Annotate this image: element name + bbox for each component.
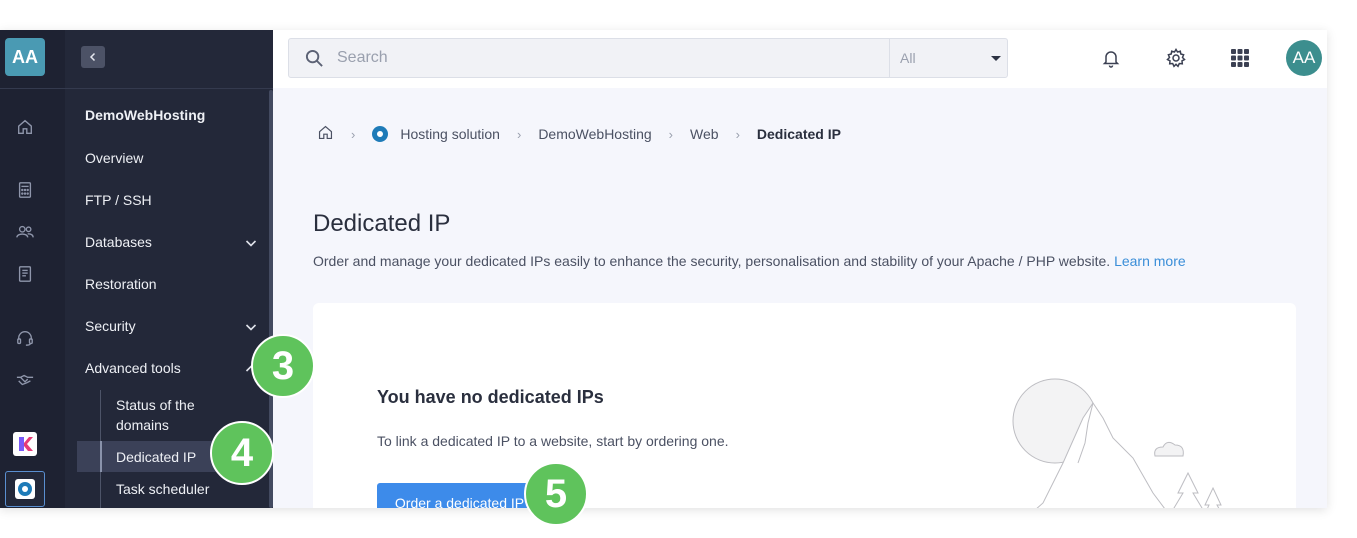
sidebar-title[interactable]: DemoWebHosting	[85, 103, 257, 127]
empty-state-text: To link a dedicated IP to a website, sta…	[377, 433, 729, 449]
active-item-indicator	[100, 441, 102, 472]
sidebar-subitem-domain-status[interactable]: Status of the domains	[116, 395, 236, 435]
sidebar-item-label: Overview	[85, 150, 144, 166]
top-bar: All AA	[273, 30, 1327, 88]
caret-down-icon	[991, 56, 1001, 61]
hosting-logo-icon	[372, 126, 389, 142]
step-5-badge: 5	[524, 462, 588, 526]
breadcrumb-current: Dedicated IP	[756, 126, 841, 142]
breadcrumb-separator-icon: ›	[668, 126, 674, 142]
home-icon[interactable]	[317, 124, 334, 144]
kdrive-app-icon[interactable]	[13, 432, 37, 456]
chevron-down-icon	[245, 320, 257, 332]
app-window: AA DemoWebHosting Overview FTP / SSH Dat…	[0, 30, 1327, 508]
breadcrumb-web[interactable]: Web	[690, 126, 719, 142]
users-icon[interactable]	[14, 221, 36, 243]
sidebar-title-label: DemoWebHosting	[85, 107, 206, 123]
page-description: Order and manage your dedicated IPs easi…	[313, 253, 1186, 269]
breadcrumb-separator-icon: ›	[735, 126, 740, 142]
learn-more-link[interactable]: Learn more	[1114, 253, 1186, 269]
search-input[interactable]	[337, 45, 877, 71]
bell-icon[interactable]	[1099, 46, 1123, 70]
sidebar-item-label: Restoration	[85, 276, 157, 292]
sidebar-item-overview[interactable]: Overview	[85, 146, 257, 170]
chevron-left-icon	[89, 52, 96, 62]
app-rail: AA	[0, 30, 65, 508]
apps-grid-icon[interactable]	[1228, 46, 1252, 70]
sidebar-item-ftp-ssh[interactable]: FTP / SSH	[85, 188, 257, 212]
breadcrumb-separator-icon: ›	[516, 126, 522, 142]
calculator-icon[interactable]	[14, 179, 36, 201]
breadcrumb-separator-icon: ›	[351, 126, 356, 142]
chevron-down-icon	[245, 236, 257, 248]
empty-state-title: You have no dedicated IPs	[377, 387, 604, 407]
breadcrumb-demowebhosting[interactable]: DemoWebHosting	[538, 126, 651, 142]
gear-icon[interactable]	[1164, 46, 1188, 70]
main-content: › Hosting solution › DemoWebHosting › We…	[273, 88, 1327, 508]
search-scope-select[interactable]: All	[889, 39, 1008, 77]
page-description-text: Order and manage your dedicated IPs easi…	[313, 253, 1111, 269]
search-bar: All	[288, 38, 1008, 78]
page-title: Dedicated IP	[313, 210, 451, 237]
account-avatar[interactable]: AA	[5, 38, 45, 76]
rail-divider	[0, 88, 65, 89]
sidebar-item-label: Databases	[85, 234, 152, 250]
sidebar-item-databases[interactable]: Databases	[85, 230, 257, 254]
user-avatar[interactable]: AA	[1286, 40, 1322, 76]
step-4-badge: 4	[210, 421, 274, 485]
collapse-sidebar-button[interactable]	[81, 46, 105, 68]
receipt-icon[interactable]	[14, 263, 36, 285]
search-scope-value: All	[900, 50, 916, 66]
breadcrumb: › Hosting solution › DemoWebHosting › We…	[317, 124, 841, 144]
mountain-illustration	[1012, 378, 1222, 508]
home-icon[interactable]	[14, 116, 36, 138]
search-icon	[305, 49, 324, 68]
sidebar-subitem-task-scheduler[interactable]: Task scheduler	[116, 479, 236, 499]
breadcrumb-hosting-solution[interactable]: Hosting solution	[400, 126, 500, 142]
sidebar-item-security[interactable]: Security	[85, 314, 257, 338]
headset-icon[interactable]	[14, 327, 36, 349]
sidebar-divider	[65, 88, 273, 89]
step-3-badge: 3	[251, 334, 315, 398]
sidebar-item-label: Security	[85, 318, 136, 334]
empty-state-card: You have no dedicated IPs To link a dedi…	[313, 303, 1296, 508]
sidebar-item-advanced-tools[interactable]: Advanced tools	[85, 356, 257, 380]
sidebar-item-label: Advanced tools	[85, 360, 181, 376]
order-dedicated-ip-button[interactable]: Order a dedicated IP	[377, 483, 542, 508]
sidebar-item-restoration[interactable]: Restoration	[85, 272, 257, 296]
sidebar-item-label: FTP / SSH	[85, 192, 152, 208]
web-hosting-app-icon[interactable]	[5, 471, 45, 507]
handshake-icon[interactable]	[14, 369, 36, 391]
